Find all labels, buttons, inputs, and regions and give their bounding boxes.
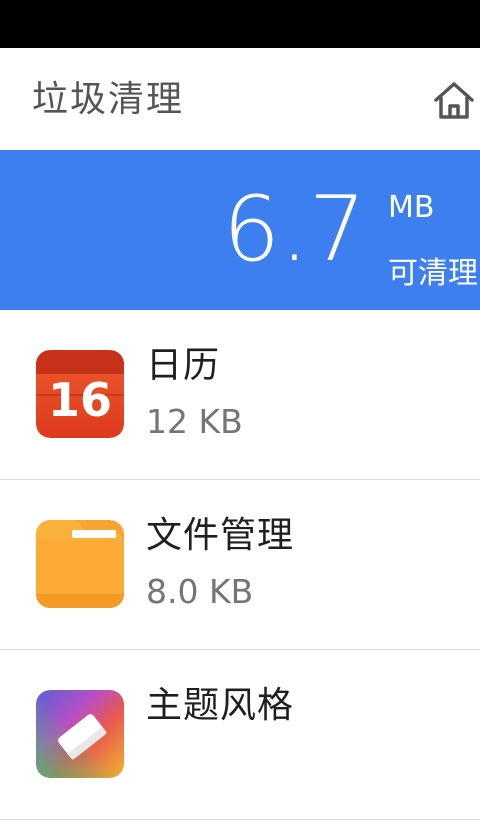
- home-icon: [434, 82, 474, 119]
- app-name: 主题风格: [146, 685, 295, 726]
- status-bar: [0, 0, 480, 48]
- theme-icon: [36, 690, 124, 778]
- cleanable-size-unit: MB: [388, 190, 435, 225]
- app-junk-size: 8.0 KB: [146, 572, 254, 611]
- page-title: 垃圾清理: [32, 79, 185, 120]
- app-junk-size: 12 KB: [146, 402, 243, 441]
- cleanable-size-value: 6.7: [222, 177, 366, 282]
- junk-app-list: 16 日历 12 KB 文件管理 8.0 KB 主题风格: [0, 310, 480, 820]
- calendar-icon: 16: [36, 350, 124, 438]
- app-name: 日历: [146, 345, 221, 386]
- app-name: 文件管理: [146, 515, 295, 556]
- home-button[interactable]: [430, 78, 478, 122]
- svg-text:16: 16: [48, 373, 112, 427]
- list-item-theme-style[interactable]: 主题风格: [0, 650, 480, 820]
- cleanable-summary-banner: 6.7 MB 可清理: [0, 150, 480, 310]
- folder-icon: [36, 520, 124, 608]
- cleanable-caption: 可清理: [388, 256, 478, 291]
- list-item-file-manager[interactable]: 文件管理 8.0 KB: [0, 480, 480, 650]
- title-bar: 垃圾清理: [0, 48, 480, 150]
- list-item-calendar[interactable]: 16 日历 12 KB: [0, 310, 480, 480]
